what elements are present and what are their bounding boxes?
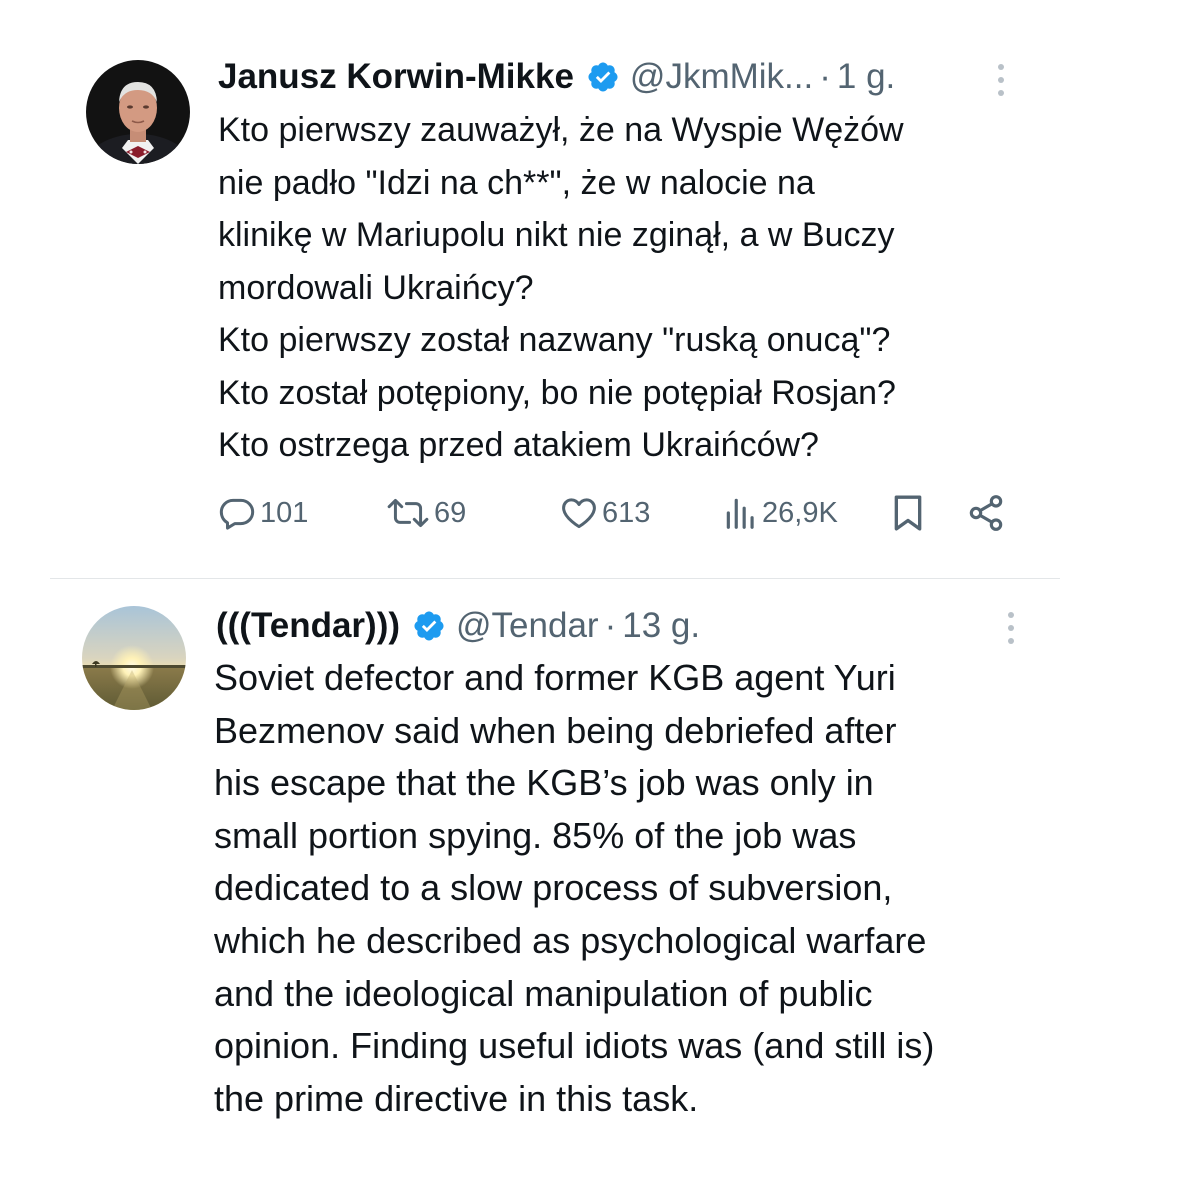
timestamp[interactable]: 13 g. <box>622 604 700 648</box>
verified-badge-icon <box>586 60 620 94</box>
share-button[interactable] <box>966 488 1006 538</box>
tweet-text-line: opinion. Finding useful idiots was (and … <box>214 1025 935 1067</box>
divider <box>50 578 1060 579</box>
tweet-text-line: Soviet defector and former KGB agent Yur… <box>214 657 896 698</box>
views-button[interactable]: 26,9K <box>724 488 838 538</box>
like-button[interactable]: 613 <box>560 488 650 538</box>
author-name[interactable]: Janusz Korwin-Mikke <box>218 55 574 99</box>
tweet-text-line: dedicated to a slow process of subversio… <box>214 867 893 909</box>
reply-count: 101 <box>260 496 309 529</box>
author-name[interactable]: (((Tendar))) <box>216 604 400 648</box>
tweet-text-line: his escape that the KGB’s job was only i… <box>214 762 874 804</box>
tweet-text-line: Kto został potępiony, bo nie potępiał Ro… <box>218 373 896 412</box>
tweet-text-line: Bezmenov said when being debriefed after <box>214 709 897 751</box>
bookmark-icon <box>890 493 926 533</box>
tweet-text-line: klinikę w Mariupolu nikt nie zginął, a w… <box>218 216 895 254</box>
tweet-text-line: Kto ostrzega przed atakiem Ukraińców? <box>218 426 819 464</box>
views-icon <box>724 494 758 532</box>
views-count: 26,9K <box>762 496 838 529</box>
repost-count: 69 <box>434 496 467 529</box>
repost-button[interactable]: 69 <box>386 488 466 538</box>
tweet-text-line: small portion spying. 85% of the job was <box>214 814 857 856</box>
verified-badge-icon <box>412 609 446 643</box>
timestamp[interactable]: 1 g. <box>837 55 895 99</box>
tweet-korwin-mikke[interactable]: Janusz Korwin-Mikke @JkmMik... · 1 g. Kt… <box>0 40 1200 570</box>
bookmark-button[interactable] <box>890 488 926 538</box>
reply-button[interactable]: 101 <box>218 488 308 538</box>
separator-dot: · <box>819 57 831 96</box>
more-options-icon[interactable] <box>1006 612 1016 644</box>
tweet-text-line: Kto pierwszy został nazwany "ruską onucą… <box>218 321 891 359</box>
tweet-tendar[interactable]: (((Tendar))) @Tendar · 13 g. Soviet defe… <box>0 590 1200 1150</box>
tweet-text-line: which he described as psychological warf… <box>214 919 927 961</box>
like-icon <box>560 494 598 532</box>
tweet-text-line: the prime directive in this task. <box>214 1077 699 1119</box>
tweet-screenshot: Janusz Korwin-Mikke @JkmMik... · 1 g. Kt… <box>0 0 1200 1200</box>
like-count: 613 <box>602 496 651 529</box>
avatar[interactable] <box>82 606 186 710</box>
tweet-text: Soviet defector and former KGB agent Yur… <box>214 652 1074 1125</box>
avatar[interactable] <box>86 60 190 164</box>
repost-icon <box>386 494 430 532</box>
share-icon <box>966 493 1006 533</box>
tweet-actions: 101 69 613 26,9K <box>218 488 1008 538</box>
author-handle[interactable]: @JkmMik... <box>630 55 813 99</box>
more-options-icon[interactable] <box>996 64 1006 96</box>
author-handle[interactable]: @Tendar <box>456 604 599 648</box>
tweet-text: Kto pierwszy zauważył, że na Wyspie Wężó… <box>218 104 1058 472</box>
tweet-text-line: and the ideological manipulation of publ… <box>214 972 873 1014</box>
tweet-text-line: mordowali Ukraińcy? <box>218 268 534 307</box>
tweet-header: (((Tendar))) @Tendar · 13 g. <box>216 604 700 648</box>
tweet-text-line: nie padło "Idzi na ch**", że w nalocie n… <box>218 163 815 202</box>
reply-icon <box>218 494 256 532</box>
separator-dot: · <box>604 606 617 645</box>
tweet-text-line: Kto pierwszy zauważył, że na Wyspie Wężó… <box>218 111 904 149</box>
tweet-header: Janusz Korwin-Mikke @JkmMik... · 1 g. <box>218 55 895 99</box>
